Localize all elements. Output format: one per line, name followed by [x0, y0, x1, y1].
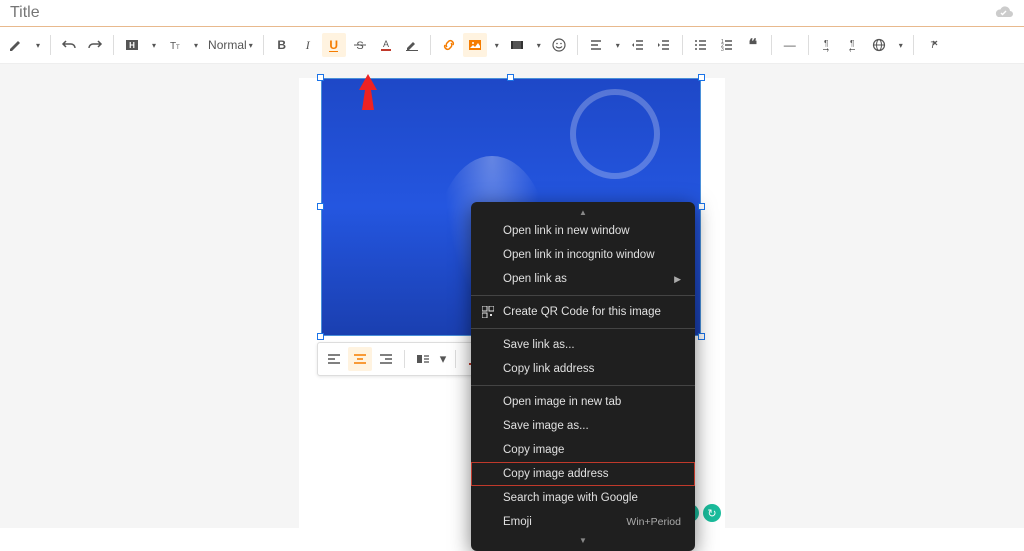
img-align-left-icon[interactable]: [322, 347, 346, 371]
submenu-arrow-icon: ▶: [674, 274, 681, 285]
image-dropdown[interactable]: ▾: [489, 33, 503, 57]
resize-handle-tl[interactable]: [317, 74, 324, 81]
menu-shortcut: Win+Period: [626, 516, 681, 528]
main-toolbar: ▾ H ▾ TT ▾ Normal▾ B I U S A ▾ ▾ ▾ 123 ❝…: [0, 27, 1024, 64]
italic-button[interactable]: I: [296, 33, 320, 57]
paragraph-style-dropdown[interactable]: Normal▾: [204, 33, 257, 57]
annotation-arrow-icon: [353, 74, 383, 115]
bullet-list-icon[interactable]: [689, 33, 713, 57]
indent-icon[interactable]: [652, 33, 676, 57]
undo-icon[interactable]: [57, 33, 81, 57]
globe-dropdown[interactable]: ▾: [893, 33, 907, 57]
underline-button[interactable]: U: [322, 33, 346, 57]
number-list-icon[interactable]: 123: [715, 33, 739, 57]
menu-emoji[interactable]: EmojiWin+Period: [471, 510, 695, 534]
rtl-icon[interactable]: ¶: [841, 33, 865, 57]
outdent-icon[interactable]: [626, 33, 650, 57]
img-align-center-icon[interactable]: [348, 347, 372, 371]
image-icon[interactable]: [463, 33, 487, 57]
menu-create-qr[interactable]: Create QR Code for this image: [471, 300, 695, 324]
menu-open-image[interactable]: Open image in new tab: [471, 390, 695, 414]
menu-scroll-up-icon[interactable]: ▲: [471, 206, 695, 219]
video-icon[interactable]: [505, 33, 529, 57]
heading-icon[interactable]: H: [120, 33, 144, 57]
video-dropdown[interactable]: ▾: [531, 33, 545, 57]
menu-scroll-down-icon[interactable]: ▼: [471, 534, 695, 547]
resize-handle-tm[interactable]: [507, 74, 514, 81]
resize-handle-br[interactable]: [698, 333, 705, 340]
menu-save-link[interactable]: Save link as...: [471, 333, 695, 357]
cloud-saved-icon: [994, 5, 1014, 22]
svg-text:T: T: [176, 45, 180, 51]
img-wrap-icon[interactable]: [411, 347, 435, 371]
font-size-dropdown[interactable]: ▾: [188, 33, 202, 57]
document-page[interactable]: ▾ A ▲ Open link in new window Open link …: [299, 78, 725, 528]
svg-text:A: A: [383, 39, 389, 49]
resize-handle-ml[interactable]: [317, 203, 324, 210]
fab-refresh-icon[interactable]: ↻: [703, 504, 721, 522]
svg-text:S: S: [356, 40, 363, 52]
highlight-icon[interactable]: [400, 33, 424, 57]
menu-copy-link[interactable]: Copy link address: [471, 357, 695, 381]
bold-button[interactable]: B: [270, 33, 294, 57]
resize-handle-bl[interactable]: [317, 333, 324, 340]
editor-canvas: ▾ A ▲ Open link in new window Open link …: [0, 64, 1024, 528]
menu-search-google[interactable]: Search image with Google: [471, 486, 695, 510]
menu-copy-image-address[interactable]: Copy image address: [471, 462, 695, 486]
svg-text:¶: ¶: [824, 39, 828, 48]
menu-open-new-window[interactable]: Open link in new window: [471, 219, 695, 243]
link-icon[interactable]: [437, 33, 461, 57]
align-dropdown[interactable]: ▾: [610, 33, 624, 57]
heading-dropdown[interactable]: ▾: [146, 33, 160, 57]
globe-icon[interactable]: [867, 33, 891, 57]
pen-dropdown[interactable]: ▾: [30, 33, 44, 57]
menu-open-as[interactable]: Open link as▶: [471, 267, 695, 291]
resize-handle-mr[interactable]: [698, 203, 705, 210]
menu-open-incognito[interactable]: Open link in incognito window: [471, 243, 695, 267]
resize-handle-tr[interactable]: [698, 74, 705, 81]
context-menu: ▲ Open link in new window Open link in i…: [471, 202, 695, 551]
title-bar: [0, 0, 1024, 27]
menu-copy-image[interactable]: Copy image: [471, 438, 695, 462]
img-wrap-dropdown[interactable]: ▾: [437, 347, 449, 371]
font-size-icon[interactable]: TT: [162, 33, 186, 57]
title-input[interactable]: [10, 4, 994, 22]
menu-save-image[interactable]: Save image as...: [471, 414, 695, 438]
emoji-icon[interactable]: [547, 33, 571, 57]
align-icon[interactable]: [584, 33, 608, 57]
img-align-right-icon[interactable]: [374, 347, 398, 371]
ltr-icon[interactable]: ¶: [815, 33, 839, 57]
svg-text:3: 3: [721, 47, 724, 53]
clear-format-icon[interactable]: T: [920, 33, 944, 57]
qr-icon: [481, 305, 495, 319]
hr-icon[interactable]: —: [778, 33, 802, 57]
strikethrough-icon[interactable]: S: [348, 33, 372, 57]
redo-icon[interactable]: [83, 33, 107, 57]
svg-text:H: H: [129, 41, 135, 50]
text-color-icon[interactable]: A: [374, 33, 398, 57]
pen-tool-icon[interactable]: [4, 33, 28, 57]
quote-icon[interactable]: ❝: [741, 33, 765, 57]
svg-text:¶: ¶: [850, 39, 854, 48]
